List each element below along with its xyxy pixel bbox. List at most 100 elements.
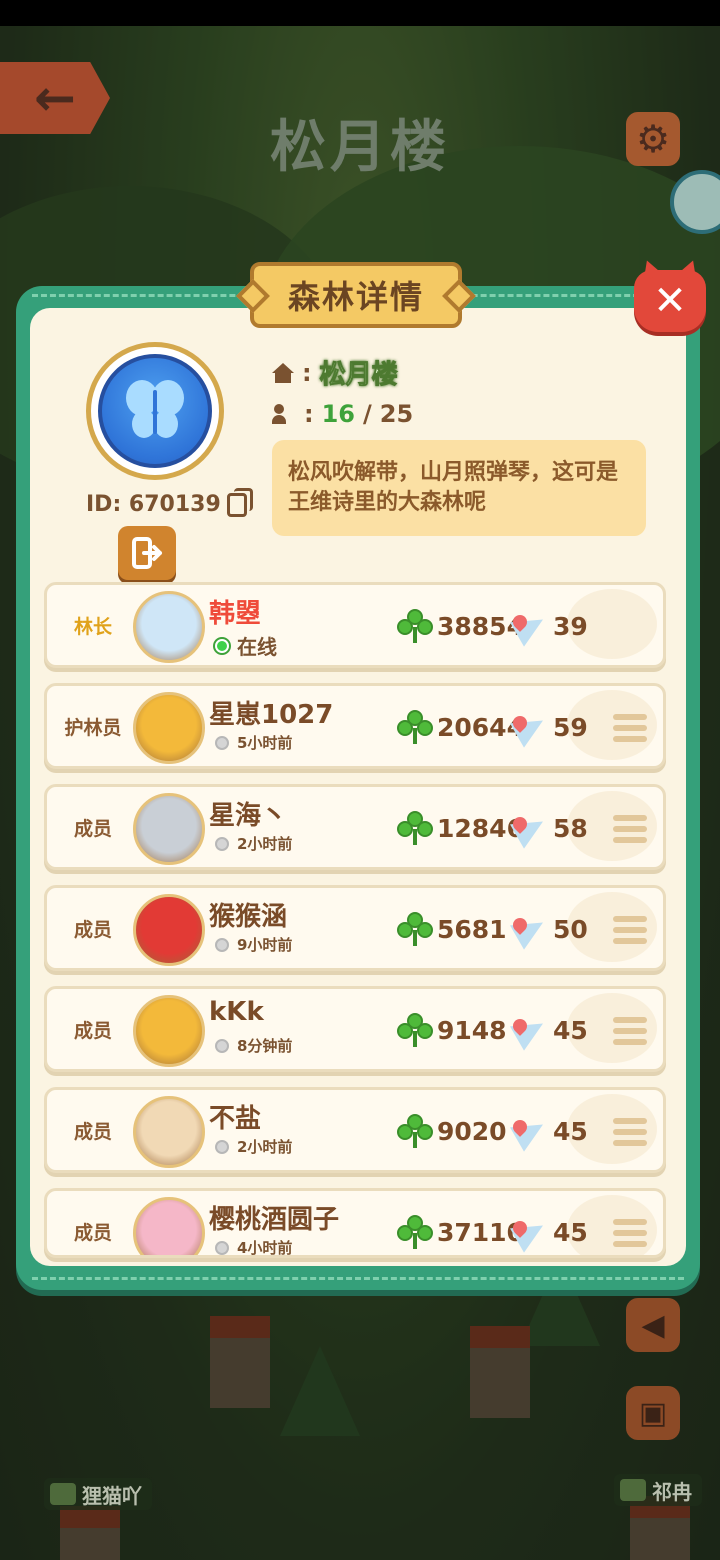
menu-icon[interactable] — [613, 1219, 647, 1247]
member-avatar[interactable] — [133, 995, 205, 1067]
member-row[interactable]: 成员 樱桃酒圆子 4小时前 37110 45 — [44, 1188, 666, 1258]
member-row[interactable]: 成员 kKk 8分钟前 9148 45 — [44, 986, 666, 1072]
megaphone-icon: ◀ — [641, 1307, 665, 1343]
paper-plane-icon — [513, 912, 549, 946]
member-role: 护林员 — [64, 716, 122, 739]
member-count-separator: / — [363, 400, 372, 428]
menu-icon[interactable] — [613, 1118, 647, 1146]
member-likes: 59 — [513, 710, 588, 744]
member-status: 5小时前 — [215, 732, 292, 753]
member-score: 9148 — [397, 1013, 507, 1047]
member-score-value: 38854 — [437, 611, 524, 641]
member-role: 成员 — [73, 1221, 112, 1244]
menu-icon[interactable] — [613, 1017, 647, 1045]
member-role: 成员 — [73, 817, 112, 840]
member-avatar[interactable] — [133, 1096, 205, 1168]
member-name: kKk — [209, 997, 264, 1027]
offline-dot-icon — [215, 937, 229, 952]
map-tag-label: 祁冉 — [652, 1479, 692, 1504]
member-avatar[interactable] — [133, 1197, 205, 1255]
member-likes: 50 — [513, 912, 588, 946]
online-dot-icon — [215, 638, 229, 653]
member-name: 不盐 — [209, 1104, 262, 1134]
offline-dot-icon — [215, 1038, 229, 1053]
leave-forest-button[interactable] — [118, 526, 176, 580]
offline-dot-icon — [215, 1240, 229, 1255]
paper-plane-icon — [513, 1013, 549, 1047]
member-avatar[interactable] — [133, 894, 205, 966]
member-avatar[interactable] — [133, 591, 205, 663]
member-score-value: 12846 — [437, 813, 524, 843]
member-status-label: 2小时前 — [237, 1138, 293, 1156]
forest-title-background: 松月楼 — [270, 115, 450, 180]
member-score-value: 9020 — [437, 1116, 507, 1146]
member-status: 2小时前 — [215, 1136, 292, 1157]
offline-dot-icon — [215, 735, 229, 750]
member-likes: 58 — [513, 811, 588, 845]
member-row[interactable]: 成员 不盐 2小时前 9020 45 — [44, 1087, 666, 1173]
member-status-label: 4小时前 — [237, 1239, 293, 1257]
member-likes: 45 — [513, 1013, 588, 1047]
member-score: 9020 — [397, 1114, 507, 1148]
people-icon — [272, 404, 296, 424]
forest-id: ID: 670139 — [86, 487, 253, 517]
panel-title: 森林详情 — [250, 262, 462, 328]
clover-icon — [397, 1114, 433, 1148]
member-likes-value: 39 — [553, 611, 588, 641]
member-likes-value: 50 — [553, 914, 588, 944]
tag-icon — [50, 1483, 76, 1505]
member-status-label: 在线 — [237, 635, 277, 659]
forest-description: 松风吹解带，山月照弹琴，这可是王维诗里的大森林呢 — [272, 440, 646, 536]
exit-icon — [132, 537, 162, 569]
member-score: 37110 — [397, 1215, 524, 1249]
clover-icon — [397, 710, 433, 744]
clover-icon — [397, 1215, 433, 1249]
copy-icon[interactable] — [226, 487, 253, 517]
close-icon: ✕ — [653, 278, 687, 324]
menu-icon[interactable] — [613, 916, 647, 944]
member-status: 9小时前 — [215, 934, 292, 955]
member-score-value: 5681 — [437, 914, 507, 944]
member-name: 韩曌 — [209, 599, 262, 629]
member-score: 38854 — [397, 609, 524, 643]
settings-button[interactable]: ⚙ — [626, 112, 680, 166]
member-role: 成员 — [73, 1019, 112, 1042]
member-score-value: 20644 — [437, 712, 524, 742]
member-score-value: 9148 — [437, 1015, 507, 1045]
member-likes-value: 59 — [553, 712, 588, 742]
member-row[interactable]: 林长 韩曌在线 38854 39 — [44, 582, 666, 668]
member-likes: 45 — [513, 1114, 588, 1148]
map-tag-label: 狸猫吖 — [82, 1483, 142, 1508]
members-button[interactable]: ▣ — [626, 1386, 680, 1440]
forest-emblem — [86, 342, 224, 480]
map-tag[interactable]: 狸猫吖 — [44, 1478, 152, 1510]
member-name: 星崽1027 — [209, 700, 334, 730]
member-avatar[interactable] — [133, 793, 205, 865]
status-bar — [0, 0, 720, 26]
member-status-label: 9小时前 — [237, 936, 293, 954]
forest-id-label: ID: 670139 — [86, 492, 221, 517]
menu-icon[interactable] — [613, 714, 647, 742]
paper-plane-icon — [513, 609, 549, 643]
member-likes: 39 — [513, 609, 588, 643]
offline-dot-icon — [215, 1139, 229, 1154]
member-score: 20644 — [397, 710, 524, 744]
forest-name: 松月楼 — [319, 360, 398, 391]
member-role: 成员 — [73, 1120, 112, 1143]
member-likes-value: 58 — [553, 813, 588, 843]
paper-plane-icon — [513, 710, 549, 744]
member-status-label: 8分钟前 — [237, 1037, 293, 1055]
member-role: 林长 — [73, 615, 112, 638]
member-row[interactable]: 护林员 星崽1027 5小时前 20644 59 — [44, 683, 666, 769]
member-row[interactable]: 成员 猴猴涵 9小时前 5681 50 — [44, 885, 666, 971]
member-score-value: 37110 — [437, 1217, 524, 1247]
map-tag[interactable]: 祁冉 — [614, 1474, 702, 1506]
close-button[interactable]: ✕ — [634, 270, 706, 332]
member-avatar[interactable] — [133, 692, 205, 764]
member-name: 樱桃酒圆子 — [209, 1205, 340, 1235]
member-likes-value: 45 — [553, 1217, 588, 1247]
paper-plane-icon — [513, 1114, 549, 1148]
member-row[interactable]: 成员 星海丶 2小时前 12846 58 — [44, 784, 666, 870]
announcement-button[interactable]: ◀ — [626, 1298, 680, 1352]
menu-icon[interactable] — [613, 815, 647, 843]
